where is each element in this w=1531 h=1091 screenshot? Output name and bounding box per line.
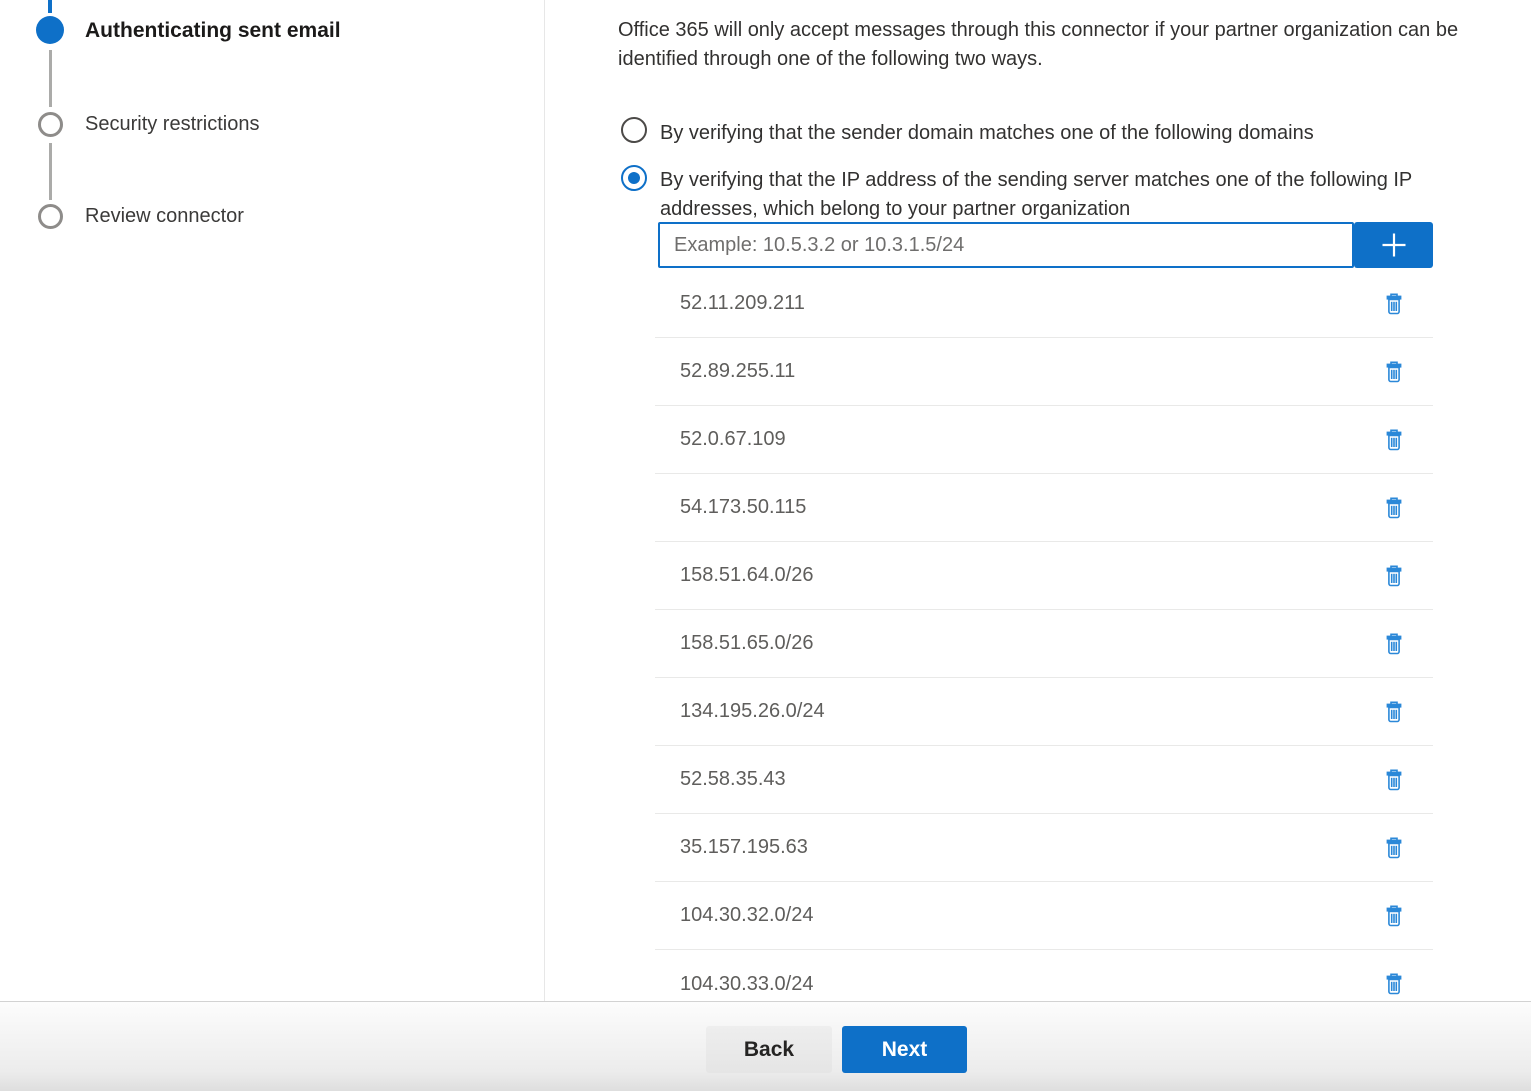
delete-ip-button[interactable] bbox=[1379, 357, 1409, 387]
ip-list-item: 104.30.32.0/24 bbox=[655, 882, 1433, 950]
trash-icon bbox=[1384, 973, 1404, 995]
delete-ip-button[interactable] bbox=[1379, 561, 1409, 591]
radio-verify-sender-domain[interactable] bbox=[621, 117, 647, 143]
step-upcoming-indicator bbox=[38, 112, 63, 137]
ip-list-item: 52.89.255.11 bbox=[655, 338, 1433, 406]
step-connector-line bbox=[48, 0, 52, 13]
delete-ip-button[interactable] bbox=[1379, 425, 1409, 455]
intro-text: Office 365 will only accept messages thr… bbox=[618, 16, 1531, 74]
plus-icon bbox=[1377, 228, 1411, 262]
step-connector-line bbox=[49, 50, 52, 107]
delete-ip-button[interactable] bbox=[1379, 969, 1409, 999]
ip-address-list: 52.11.209.211 52.89.255.11 bbox=[655, 270, 1433, 1001]
ip-address-value: 52.0.67.109 bbox=[680, 428, 786, 451]
wizard-step-authenticating-sent-email: Authenticating sent email bbox=[85, 19, 341, 43]
delete-ip-button[interactable] bbox=[1379, 765, 1409, 795]
ip-list-item: 35.157.195.63 bbox=[655, 814, 1433, 882]
trash-icon bbox=[1384, 293, 1404, 315]
delete-ip-button[interactable] bbox=[1379, 629, 1409, 659]
trash-icon bbox=[1384, 429, 1404, 451]
radio-verify-ip-address[interactable] bbox=[621, 165, 647, 191]
ip-address-value: 104.30.33.0/24 bbox=[680, 973, 813, 996]
next-button[interactable]: Next bbox=[842, 1026, 967, 1073]
step-connector-line bbox=[49, 143, 52, 200]
ip-address-value: 54.173.50.115 bbox=[680, 496, 806, 519]
delete-ip-button[interactable] bbox=[1379, 833, 1409, 863]
ip-address-value: 158.51.65.0/26 bbox=[680, 632, 813, 655]
ip-list-item: 52.11.209.211 bbox=[655, 270, 1433, 338]
ip-list-item: 158.51.64.0/26 bbox=[655, 542, 1433, 610]
delete-ip-button[interactable] bbox=[1379, 493, 1409, 523]
trash-icon bbox=[1384, 361, 1404, 383]
ip-list-item: 52.0.67.109 bbox=[655, 406, 1433, 474]
ip-address-value: 52.58.35.43 bbox=[680, 768, 786, 791]
trash-icon bbox=[1384, 905, 1404, 927]
add-ip-button[interactable] bbox=[1354, 222, 1433, 268]
wizard-steps-sidebar: Authenticating sent email Security restr… bbox=[0, 0, 545, 1001]
ip-address-value: 104.30.32.0/24 bbox=[680, 904, 813, 927]
ip-address-value: 158.51.64.0/26 bbox=[680, 564, 813, 587]
delete-ip-button[interactable] bbox=[1379, 289, 1409, 319]
wizard-step-review-connector: Review connector bbox=[85, 205, 244, 228]
trash-icon bbox=[1384, 497, 1404, 519]
radio-verify-ip-address-label[interactable]: By verifying that the IP address of the … bbox=[660, 166, 1484, 224]
ip-list-item: 134.195.26.0/24 bbox=[655, 678, 1433, 746]
trash-icon bbox=[1384, 565, 1404, 587]
trash-icon bbox=[1384, 769, 1404, 791]
ip-list-item: 54.173.50.115 bbox=[655, 474, 1433, 542]
trash-icon bbox=[1384, 837, 1404, 859]
trash-icon bbox=[1384, 633, 1404, 655]
wizard-footer: Back Next bbox=[0, 1001, 1531, 1091]
ip-list-item: 52.58.35.43 bbox=[655, 746, 1433, 814]
wizard-step-security-restrictions: Security restrictions bbox=[85, 113, 260, 136]
ip-address-value: 52.11.209.211 bbox=[680, 292, 805, 315]
back-button[interactable]: Back bbox=[706, 1026, 832, 1073]
ip-address-input[interactable] bbox=[658, 222, 1354, 268]
trash-icon bbox=[1384, 701, 1404, 723]
ip-list-item: 158.51.65.0/26 bbox=[655, 610, 1433, 678]
ip-address-value: 52.89.255.11 bbox=[680, 360, 795, 383]
step-current-indicator bbox=[36, 16, 64, 44]
ip-list-item: 104.30.33.0/24 bbox=[655, 950, 1433, 1001]
delete-ip-button[interactable] bbox=[1379, 901, 1409, 931]
ip-address-value: 35.157.195.63 bbox=[680, 836, 808, 859]
step-upcoming-indicator bbox=[38, 204, 63, 229]
delete-ip-button[interactable] bbox=[1379, 697, 1409, 727]
ip-address-value: 134.195.26.0/24 bbox=[680, 700, 825, 723]
radio-verify-sender-domain-label[interactable]: By verifying that the sender domain matc… bbox=[660, 119, 1400, 148]
